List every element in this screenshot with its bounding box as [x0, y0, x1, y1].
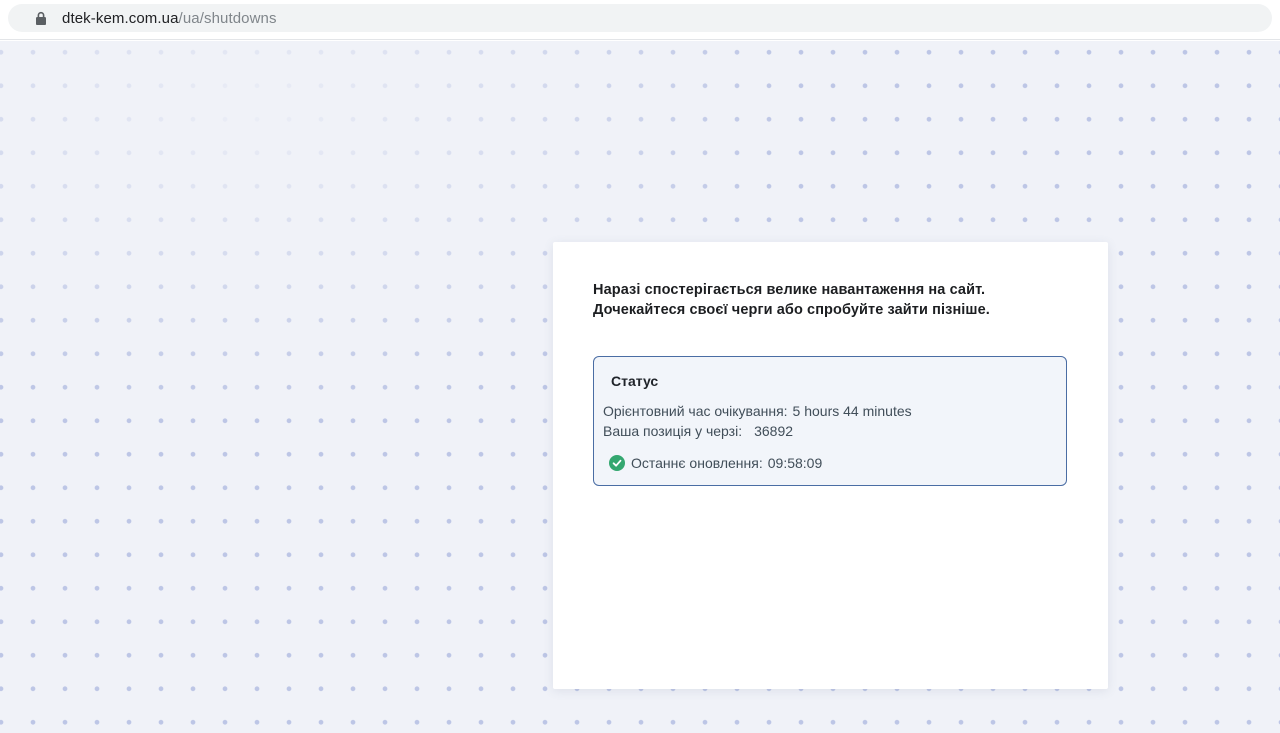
page-background: Наразі спостерігається велике навантажен… — [0, 41, 1280, 733]
queue-card: Наразі спостерігається велике навантажен… — [553, 242, 1108, 689]
last-update-row: Останнє оновлення: 09:58:09 — [603, 453, 1048, 473]
last-update-label: Останнє оновлення: — [631, 455, 763, 471]
wait-time-row: Орієнтовний час очікування: 5 hours 44 mi… — [603, 401, 1048, 421]
queue-position-value: 36892 — [754, 423, 793, 439]
url-host: dtek-kem.com.ua — [62, 10, 179, 27]
overload-message-line1: Наразі спостерігається велике навантажен… — [593, 280, 1068, 300]
url-path: /ua/shutdowns — [179, 10, 277, 27]
url-text: dtek-kem.com.ua/ua/shutdowns — [62, 10, 277, 27]
status-panel: Статус Орієнтовний час очікування: 5 hour… — [593, 356, 1067, 486]
last-update-value: 09:58:09 — [768, 455, 823, 471]
browser-chrome: dtek-kem.com.ua/ua/shutdowns — [0, 0, 1280, 40]
wait-time-label: Орієнтовний час очікування: — [603, 403, 788, 419]
check-circle-icon — [609, 455, 625, 471]
wait-time-value: 5 hours 44 minutes — [793, 403, 912, 419]
overload-message: Наразі спостерігається велике навантажен… — [593, 280, 1068, 320]
lock-icon[interactable] — [35, 11, 47, 26]
queue-position-label: Ваша позиція у черзі: — [603, 423, 742, 439]
status-title: Статус — [603, 371, 1048, 391]
queue-position-row: Ваша позиція у черзі: 36892 — [603, 421, 1048, 441]
last-update-text: Останнє оновлення: 09:58:09 — [631, 453, 822, 473]
address-bar[interactable]: dtek-kem.com.ua/ua/shutdowns — [8, 4, 1272, 32]
overload-message-line2: Дочекайтеся своєї черги або спробуйте за… — [593, 300, 1068, 320]
